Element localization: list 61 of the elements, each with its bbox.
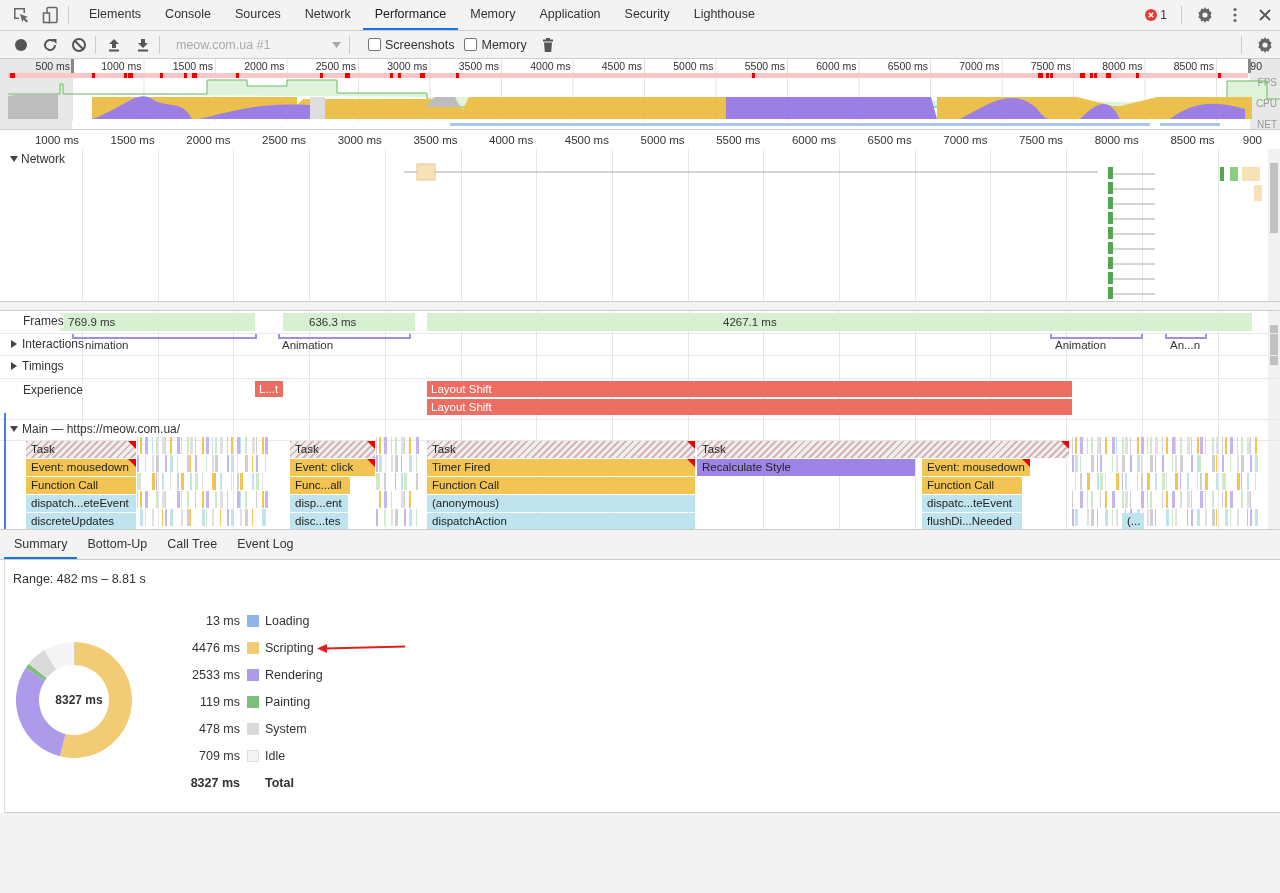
total-label: 8327 ms	[54, 693, 104, 707]
time-tick: 5500 ms	[716, 134, 761, 146]
category-label: Rendering	[265, 668, 323, 682]
time-tick: 7500 ms	[1030, 60, 1071, 72]
time-tick: 8000 ms	[1102, 60, 1143, 72]
time-tick: 5500 ms	[744, 60, 785, 72]
time-tick: 8000 ms	[1094, 134, 1139, 146]
time-tick: 5000 ms	[640, 134, 685, 146]
time-tick: 4500 ms	[601, 60, 642, 72]
time-tick: 8500 ms	[1173, 60, 1214, 72]
category-label: System	[265, 722, 307, 736]
time-tick: 6000 ms	[791, 134, 836, 146]
time-tick: 7000 ms	[943, 134, 988, 146]
time-tick: 7500 ms	[1019, 134, 1064, 146]
category-label: Painting	[265, 695, 311, 709]
track-label: NET	[1257, 119, 1277, 130]
track-label: FPS	[1257, 77, 1277, 88]
time-tick: 6000 ms	[816, 60, 857, 72]
time-tick: 4000 ms	[489, 134, 534, 146]
time-tick: 1500 ms	[110, 134, 155, 146]
time-tick: 900	[1242, 134, 1262, 146]
time-tick: 3000 ms	[337, 134, 382, 146]
category-label: Total	[265, 776, 294, 790]
time-tick: 5000 ms	[673, 60, 714, 72]
duration-value: 119 ms	[198, 695, 240, 709]
category-label: Idle	[265, 749, 286, 763]
time-tick: 1500 ms	[172, 60, 213, 72]
time-tick: 2500 ms	[315, 60, 356, 72]
time-tick: 1000 ms	[101, 60, 142, 72]
time-tick: 6500 ms	[887, 60, 928, 72]
time-tick: 1000 ms	[34, 134, 79, 146]
time-tick: 2000 ms	[186, 134, 231, 146]
duration-value: 2533 ms	[191, 668, 240, 682]
track-label: Frames	[23, 314, 64, 328]
time-tick: 7000 ms	[959, 60, 1000, 72]
time-tick: 4500 ms	[564, 134, 609, 146]
time-tick: 3500 ms	[458, 60, 499, 72]
time-tick: 6500 ms	[867, 134, 912, 146]
time-tick: 4000 ms	[530, 60, 571, 72]
time-tick: 3000 ms	[387, 60, 428, 72]
category-label: Loading	[265, 614, 310, 628]
time-tick: 3500 ms	[413, 134, 458, 146]
time-tick: 500 ms	[35, 60, 70, 72]
time-tick: 90	[1250, 60, 1262, 72]
track-label: Experience	[23, 383, 84, 397]
interaction-label: Animation	[1055, 339, 1107, 351]
duration-value: 4476 ms	[191, 641, 240, 655]
error-count: 1	[1160, 8, 1167, 22]
category-label: Scripting	[265, 641, 314, 655]
interaction-label: Animation	[282, 339, 334, 351]
track-label: CPU	[1255, 98, 1277, 109]
duration-value: 709 ms	[198, 749, 240, 763]
duration-value: 478 ms	[198, 722, 240, 736]
duration-value: 13 ms	[204, 614, 240, 628]
time-tick: 2500 ms	[262, 134, 307, 146]
duration-value: 8327 ms	[189, 776, 240, 790]
time-tick: 2000 ms	[244, 60, 285, 72]
range-label: Range: 482 ms – 8.81 s	[13, 572, 146, 586]
time-tick: 8500 ms	[1170, 134, 1215, 146]
interaction-label: nimation	[85, 339, 129, 351]
interaction-label: An...n	[1170, 339, 1201, 351]
